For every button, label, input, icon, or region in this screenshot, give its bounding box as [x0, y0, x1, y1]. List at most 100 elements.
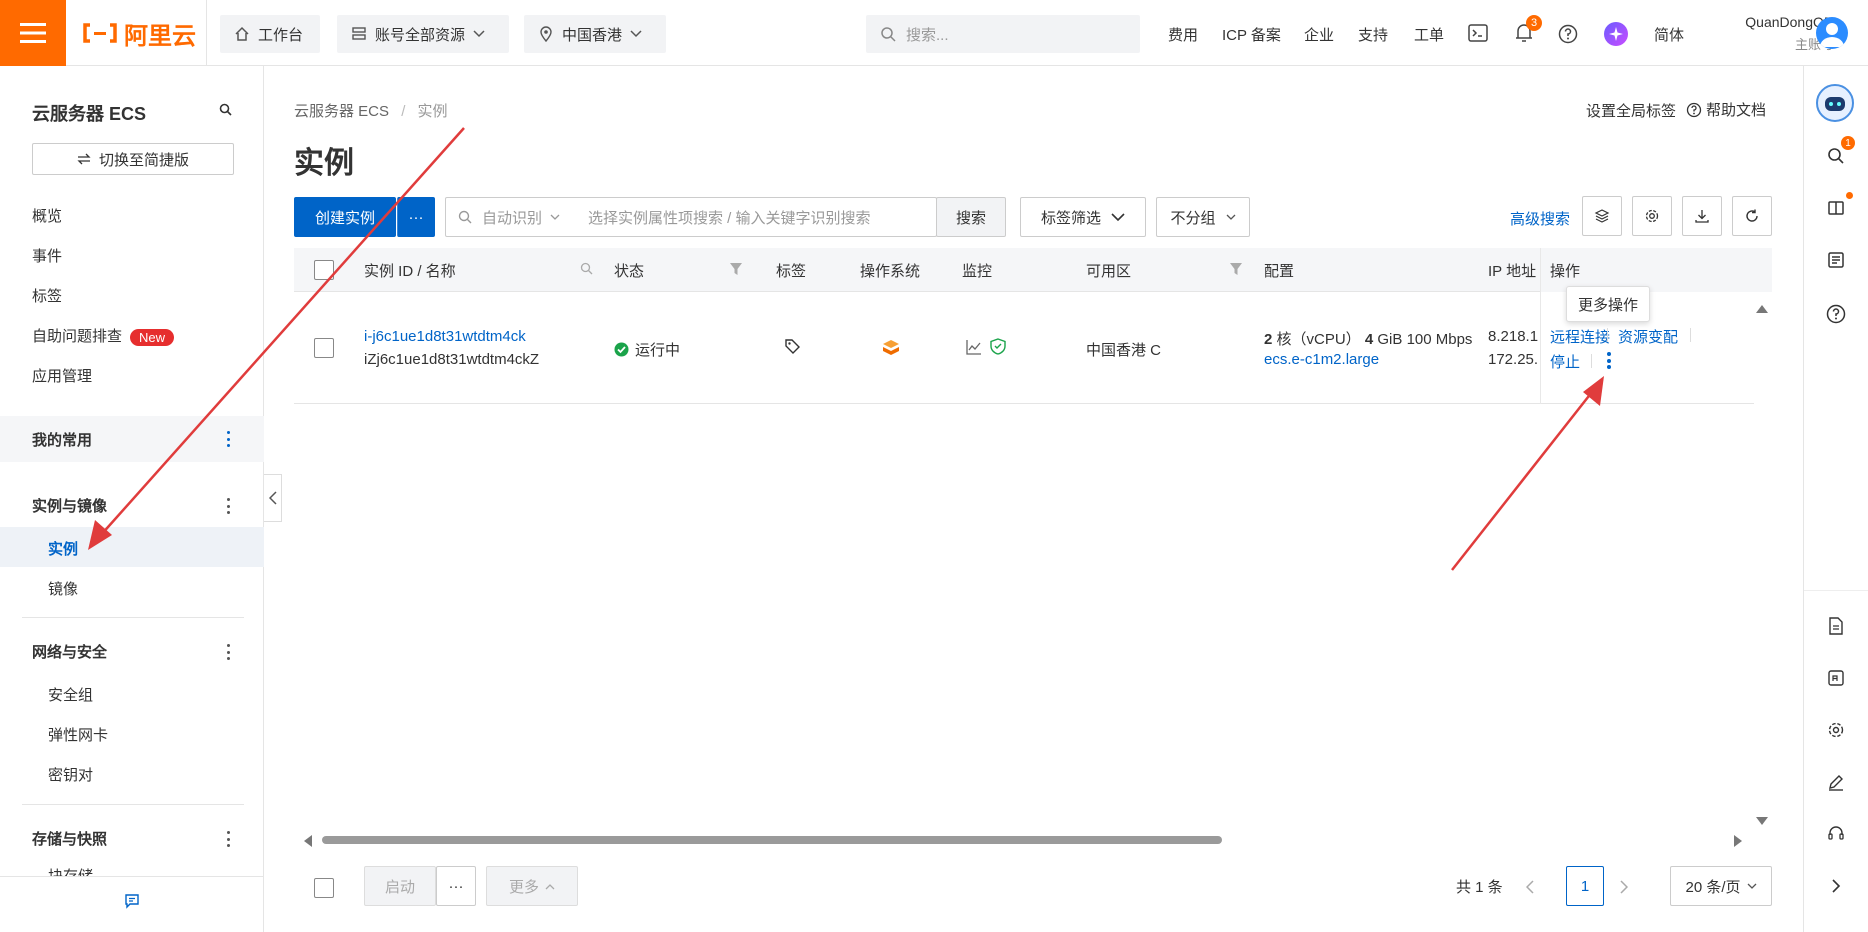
more-actions-dropdown[interactable]: 更多: [486, 866, 578, 906]
select-all-checkbox[interactable]: [314, 260, 334, 280]
ai-assistant-icon[interactable]: [1604, 22, 1628, 46]
support-link[interactable]: 支持: [1358, 24, 1388, 45]
advanced-search-link[interactable]: 高级搜索: [1510, 208, 1570, 229]
more-actions-icon[interactable]: [1607, 352, 1611, 369]
home-icon: [235, 26, 249, 41]
right-search-icon[interactable]: 1: [1824, 136, 1855, 168]
refresh-button[interactable]: [1732, 196, 1772, 236]
monitor-chart-icon[interactable]: [966, 339, 982, 359]
network-group-more-icon[interactable]: [226, 644, 230, 660]
column-search-icon[interactable]: [580, 262, 593, 279]
sidebar-group-instances-images[interactable]: 实例与镜像: [32, 495, 107, 516]
remote-connect-link[interactable]: 远程连接: [1550, 326, 1610, 347]
create-instance-button[interactable]: 创建实例: [294, 197, 396, 237]
sidebar-item-images[interactable]: 镜像: [48, 578, 78, 599]
global-tags-link[interactable]: 设置全局标签: [1586, 100, 1676, 121]
scroll-down-icon[interactable]: [1756, 812, 1768, 829]
global-search-input[interactable]: 搜索...: [866, 15, 1140, 53]
footer-select-all-checkbox[interactable]: [314, 878, 334, 898]
scroll-up-icon[interactable]: [1756, 300, 1768, 317]
aliyun-logo[interactable]: 阿里云: [82, 18, 196, 50]
start-button[interactable]: 启动: [364, 866, 436, 906]
layers-button[interactable]: [1582, 196, 1622, 236]
sidebar-item-eni[interactable]: 弹性网卡: [48, 724, 108, 745]
sidebar-item-instances[interactable]: 实例: [48, 538, 78, 559]
sidebar-item-instances-active[interactable]: [0, 527, 264, 567]
sidebar-group-storage[interactable]: 存储与快照: [32, 828, 107, 849]
footer-more-button[interactable]: ···: [436, 866, 476, 906]
horizontal-scrollbar-thumb[interactable]: [322, 836, 1222, 844]
billing-link[interactable]: 费用: [1168, 24, 1198, 45]
stop-link[interactable]: 停止: [1550, 351, 1580, 372]
workbench-button[interactable]: 工作台: [220, 15, 320, 53]
sidebar-item-app-management[interactable]: 应用管理: [32, 365, 92, 386]
breadcrumb-ecs[interactable]: 云服务器 ECS: [294, 103, 389, 120]
os-icon: [882, 339, 900, 361]
account-resources-dropdown[interactable]: 账号全部资源: [337, 15, 509, 53]
page-size-dropdown[interactable]: 20 条/页: [1670, 866, 1772, 906]
scroll-left-icon[interactable]: [304, 834, 312, 851]
right-help-icon[interactable]: [1824, 302, 1848, 326]
prev-page-icon[interactable]: [1525, 880, 1534, 898]
hamburger-menu-button[interactable]: [0, 0, 66, 66]
ticket-link[interactable]: 工单: [1414, 24, 1444, 45]
workbench-label: 工作台: [258, 26, 304, 44]
row-checkbox[interactable]: [314, 338, 334, 358]
book-icon[interactable]: [1824, 192, 1853, 220]
search-button[interactable]: 搜索: [936, 197, 1006, 237]
checklist-icon[interactable]: [1824, 248, 1848, 272]
ai-robot-assistant-icon[interactable]: [1816, 84, 1854, 122]
page-title: 实例: [294, 147, 354, 180]
resize-link[interactable]: 资源变配: [1618, 326, 1678, 347]
user-avatar[interactable]: [1816, 17, 1848, 49]
instance-search-input[interactable]: 自动识别 选择实例属性项搜索 / 输入关键字识别搜索: [445, 197, 937, 237]
status-filter-icon[interactable]: [730, 262, 742, 279]
sidebar-item-block-storage[interactable]: 块存储: [48, 868, 93, 876]
region-dropdown[interactable]: 中国香港: [524, 15, 666, 53]
switch-to-simple-button[interactable]: 切换至简捷版: [32, 143, 234, 175]
security-shield-icon[interactable]: [990, 338, 1006, 359]
next-page-icon[interactable]: [1620, 880, 1629, 898]
notification-bell-icon[interactable]: 3: [1514, 15, 1542, 48]
customer-service-icon[interactable]: [1824, 822, 1848, 846]
help-docs-link[interactable]: 帮助文档: [1686, 99, 1766, 120]
tag-filter-dropdown[interactable]: 标签筛选: [1020, 197, 1146, 237]
terminal-icon[interactable]: [1468, 24, 1488, 46]
enterprise-link[interactable]: 企业: [1304, 24, 1334, 45]
help-icon[interactable]: [1558, 24, 1578, 48]
document-icon[interactable]: [1824, 614, 1848, 638]
feedback-icon[interactable]: [124, 893, 140, 913]
download-button[interactable]: [1682, 196, 1722, 236]
language-switch[interactable]: 简体: [1654, 24, 1684, 45]
arrow-to-more-actions: [1451, 376, 1604, 571]
config-cores: 2: [1264, 331, 1273, 348]
sidebar-item-events[interactable]: 事件: [32, 245, 62, 266]
zone-filter-icon[interactable]: [1230, 262, 1242, 279]
settings-button[interactable]: [1632, 196, 1672, 236]
instance-id-link[interactable]: i-j6c1ue1d8t31wtdtm4ck: [364, 328, 526, 345]
api-icon[interactable]: [1824, 666, 1848, 690]
create-more-button[interactable]: ···: [397, 197, 435, 237]
expand-right-icon[interactable]: [1824, 874, 1848, 898]
sidebar-group-network-security[interactable]: 网络与安全: [32, 641, 107, 662]
sidebar-item-keypair[interactable]: 密钥对: [48, 764, 93, 785]
storage-group-more-icon[interactable]: [226, 831, 230, 847]
icp-link[interactable]: ICP 备案: [1222, 24, 1281, 45]
sidebar-item-overview[interactable]: 概览: [32, 205, 62, 226]
right-settings-icon[interactable]: [1824, 718, 1848, 742]
group-dropdown[interactable]: 不分组: [1156, 197, 1250, 237]
sidebar-collapse-button[interactable]: [264, 474, 282, 522]
instance-type-link[interactable]: ecs.e-c1m2.large: [1264, 351, 1379, 368]
sidebar-search-icon[interactable]: [219, 103, 232, 120]
sidebar-group-favorites[interactable]: 我的常用: [0, 416, 264, 462]
edit-icon[interactable]: [1824, 770, 1848, 794]
favorites-more-icon[interactable]: [226, 431, 230, 447]
sidebar-item-troubleshoot[interactable]: 自助问题排查 New: [32, 325, 175, 346]
tag-icon[interactable]: [784, 338, 800, 358]
sidebar-item-security-group[interactable]: 安全组: [48, 684, 93, 705]
scroll-right-icon[interactable]: [1734, 834, 1742, 851]
auto-detect-dropdown[interactable]: 自动识别: [482, 207, 542, 228]
page-1-button[interactable]: 1: [1566, 866, 1604, 906]
sidebar-item-tags[interactable]: 标签: [32, 285, 62, 306]
instances-group-more-icon[interactable]: [226, 498, 230, 514]
